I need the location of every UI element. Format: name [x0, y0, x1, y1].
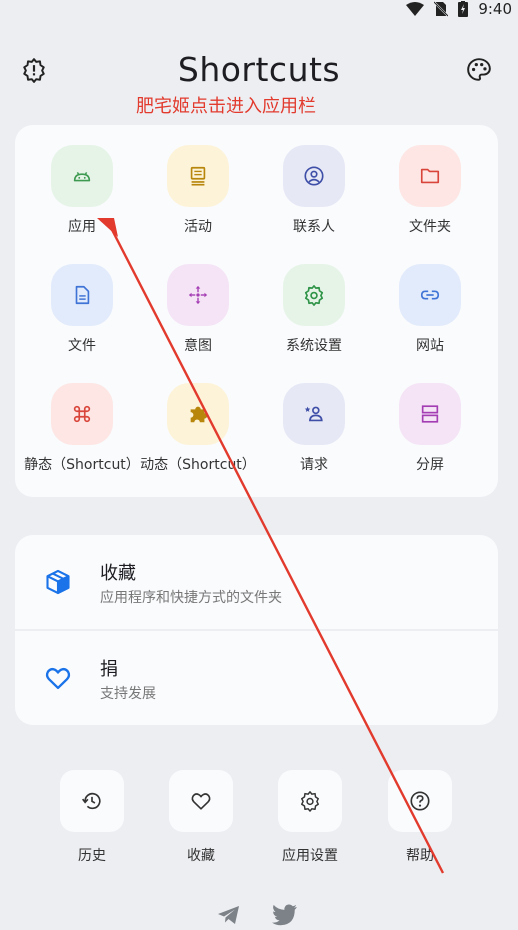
- bottom-label: 应用设置: [282, 848, 338, 864]
- grid-item-apps[interactable]: 应用: [22, 145, 142, 255]
- bottom-label: 收藏: [187, 848, 215, 864]
- grid-label: 网站: [416, 338, 444, 354]
- no-sim-icon: [434, 1, 449, 17]
- annotation-text: 肥宅姬点击进入应用栏: [136, 96, 316, 117]
- grid-icon-bg: [167, 264, 229, 326]
- grid-label: 文件: [68, 338, 96, 354]
- gear-icon: [301, 791, 319, 812]
- history-button[interactable]: 历史: [52, 770, 132, 865]
- grid-icon-bg: [283, 383, 345, 445]
- grid-icon-bg: [51, 383, 113, 445]
- grid-icon-bg: [283, 264, 345, 326]
- android-icon: [73, 171, 91, 182]
- grid-label: 系统设置: [286, 338, 342, 354]
- bottom-btn-bg: [60, 770, 124, 832]
- grid-item-websites[interactable]: 网站: [370, 264, 490, 374]
- settings-icon: [304, 285, 324, 306]
- bottom-btn-bg: [388, 770, 452, 832]
- grid-label: 分屏: [416, 457, 444, 473]
- grid-item-split-screen[interactable]: 分屏: [370, 383, 490, 493]
- shortcut-types-grid: 应用 活动 联系人 文件夹 文件 意图 系统设置 网站 静态（Shortcut）…: [15, 125, 498, 497]
- puzzle-icon: [190, 406, 208, 423]
- grid-item-requests[interactable]: 请求: [254, 383, 374, 493]
- status-bar: 9:40: [0, 0, 518, 18]
- favorites-title: 收藏: [100, 563, 136, 584]
- info-list-card: 收藏 应用程序和快捷方式的文件夹 捐 支持发展: [15, 535, 498, 725]
- contact-icon: [304, 166, 324, 186]
- favorites-nav-button[interactable]: 收藏: [161, 770, 241, 865]
- heart-icon: [43, 663, 73, 693]
- twitter-button[interactable]: [271, 903, 299, 927]
- app-settings-button[interactable]: 应用设置: [270, 770, 350, 865]
- bottom-btn-bg: [278, 770, 342, 832]
- grid-item-folders[interactable]: 文件夹: [370, 145, 490, 255]
- donate-subtitle: 支持发展: [100, 686, 156, 702]
- telegram-icon: [218, 906, 239, 924]
- split-screen-icon: [421, 405, 439, 423]
- palette-icon: [467, 58, 491, 81]
- grid-label: 活动: [184, 219, 212, 235]
- command-icon: [73, 405, 91, 423]
- grid-item-contacts[interactable]: 联系人: [254, 145, 374, 255]
- grid-label: 静态（Shortcut）: [24, 457, 140, 473]
- bottom-label: 帮助: [406, 848, 434, 864]
- grid-item-files[interactable]: 文件: [22, 264, 142, 374]
- grid-label: 意图: [184, 338, 212, 354]
- grid-label: 文件夹: [409, 219, 451, 235]
- grid-label: 联系人: [293, 219, 335, 235]
- intent-icon: [188, 285, 208, 305]
- wifi-icon: [406, 2, 425, 16]
- bottom-btn-bg: [169, 770, 233, 832]
- grid-icon-bg: [399, 264, 461, 326]
- grid-icon-bg: [167, 145, 229, 207]
- link-icon: [420, 290, 440, 300]
- grid-item-activities[interactable]: 活动: [138, 145, 258, 255]
- grid-icon-bg: [51, 264, 113, 326]
- app-title: Shortcuts: [177, 50, 341, 89]
- file-icon: [75, 285, 90, 305]
- help-icon: [410, 791, 430, 811]
- grid-icon-bg: [167, 383, 229, 445]
- theme-button[interactable]: [465, 56, 493, 84]
- folder-icon: [420, 168, 440, 184]
- donate-row[interactable]: 捐 支持发展: [15, 631, 498, 725]
- grid-icon-bg: [399, 383, 461, 445]
- telegram-button[interactable]: [215, 903, 243, 927]
- grid-icon-bg: [283, 145, 345, 207]
- help-button[interactable]: 帮助: [380, 770, 460, 865]
- battery-charging-icon: [458, 1, 469, 17]
- grid-item-static-shortcuts[interactable]: 静态（Shortcut）: [22, 383, 142, 493]
- bottom-label: 历史: [78, 848, 106, 864]
- person-star-icon: [304, 406, 323, 422]
- favorites-row[interactable]: 收藏 应用程序和快捷方式的文件夹: [15, 535, 498, 629]
- history-icon: [81, 792, 101, 810]
- grid-item-system-settings[interactable]: 系统设置: [254, 264, 374, 374]
- grid-item-intents[interactable]: 意图: [138, 264, 258, 374]
- heart-icon: [191, 793, 211, 810]
- grid-label: 请求: [300, 457, 328, 473]
- status-time: 9:40: [478, 0, 512, 18]
- box-icon: [43, 567, 73, 597]
- twitter-icon: [272, 904, 297, 926]
- grid-item-dynamic-shortcuts[interactable]: 动态（Shortcut）: [138, 383, 258, 493]
- favorites-subtitle: 应用程序和快捷方式的文件夹: [100, 590, 282, 606]
- grid-label: 应用: [68, 219, 96, 235]
- activity-icon: [190, 166, 206, 186]
- top-bar: Shortcuts: [0, 50, 518, 94]
- grid-icon-bg: [399, 145, 461, 207]
- donate-title: 捐: [100, 659, 118, 680]
- grid-label: 动态（Shortcut）: [140, 457, 256, 473]
- grid-icon-bg: [51, 145, 113, 207]
